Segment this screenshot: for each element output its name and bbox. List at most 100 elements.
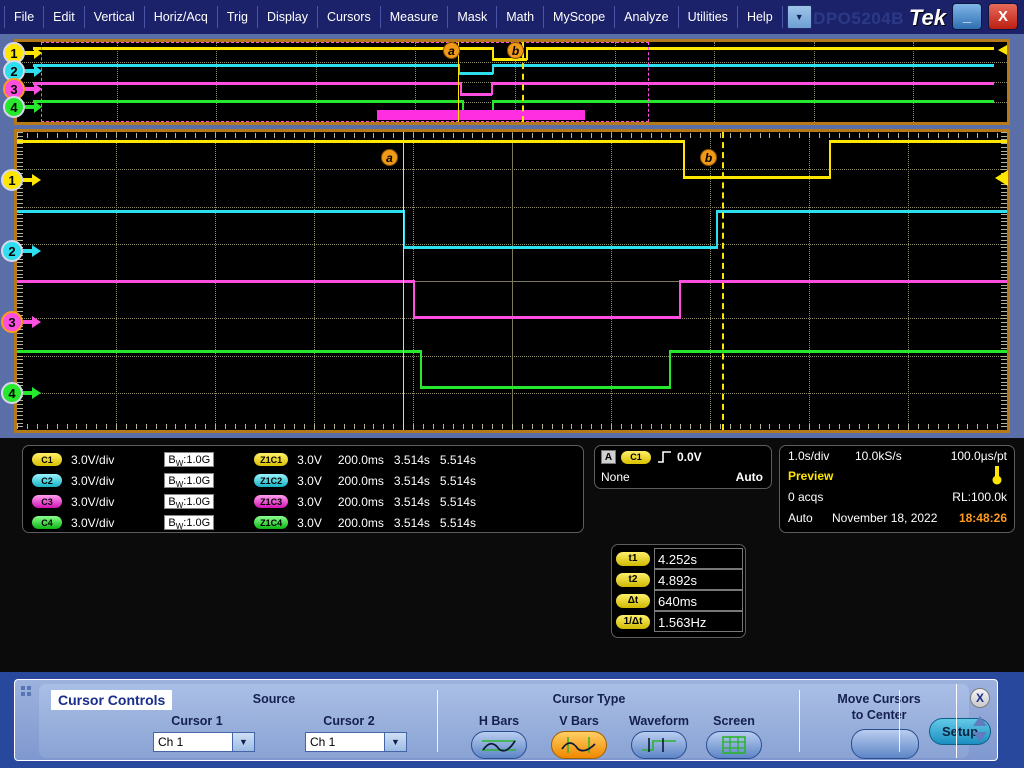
grid-tick <box>195 133 196 138</box>
chevron-down-icon[interactable]: ▼ <box>384 733 406 751</box>
menu-item-mask[interactable]: Mask <box>448 6 498 28</box>
menu-item-horiz-acq[interactable]: Horiz/Acq <box>145 6 218 28</box>
v-bars-button[interactable] <box>551 731 607 759</box>
panel-grip-icon[interactable] <box>21 686 35 700</box>
bandwidth-box-c4[interactable]: BW:1.0G <box>164 515 215 531</box>
channel-row[interactable]: C3 3.0V/div BW:1.0G Z1C3 3.0V 200.0ms 3.… <box>23 491 583 512</box>
grid-tick <box>17 408 23 409</box>
close-button[interactable]: X <box>988 3 1018 30</box>
cursor1-source-input[interactable] <box>154 733 232 751</box>
zoom-pill-z1c1[interactable]: Z1C1 <box>254 453 289 466</box>
main-channel-badge-4[interactable]: 4 <box>1 382 23 404</box>
nav-up-icon[interactable] <box>973 716 987 726</box>
grid-tick <box>700 133 701 138</box>
zoom-t2-z1c1: 5.514s <box>439 452 476 467</box>
menu-item-trig[interactable]: Trig <box>218 6 258 28</box>
grid-tick <box>423 424 424 429</box>
grid-tick <box>1001 322 1007 323</box>
trigger-type-badge[interactable]: A <box>601 450 616 464</box>
minimize-button[interactable]: _ <box>952 3 982 30</box>
grid-tick <box>17 221 23 222</box>
overview-channel-badge-4[interactable]: 4 <box>3 96 25 118</box>
trigger-source-pill[interactable]: C1 <box>621 450 651 464</box>
nav-down-icon[interactable] <box>973 732 987 742</box>
channel-pill-c4[interactable]: C4 <box>32 516 62 529</box>
cursor1-source-select[interactable]: ▼ <box>153 732 255 752</box>
trigger-panel[interactable]: A C1 0.0V None Auto <box>594 445 772 489</box>
channel-pill-c2[interactable]: C2 <box>32 474 62 487</box>
main-channel-badge-2[interactable]: 2 <box>1 240 23 262</box>
menu-item-edit[interactable]: Edit <box>44 6 85 28</box>
cursor-readout-panel[interactable]: t1 4.252s t2 4.892s Δt 640ms 1/Δt 1.563H… <box>611 544 746 638</box>
main-graticule[interactable]: a b <box>14 129 1010 433</box>
screen-button[interactable] <box>706 731 762 759</box>
menu-item-cursors[interactable]: Cursors <box>318 6 381 28</box>
channel-row[interactable]: C1 3.0V/div BW:1.0G Z1C1 3.0V 200.0ms 3.… <box>23 449 583 470</box>
bandwidth-box-c3[interactable]: BW:1.0G <box>164 494 215 510</box>
grid-tick <box>17 415 23 416</box>
bandwidth-box-c2[interactable]: BW:1.0G <box>164 473 215 489</box>
grid-tick <box>581 424 582 429</box>
menu-item-help[interactable]: Help <box>738 6 783 28</box>
grid-tick <box>730 424 731 429</box>
move-cursors-to-center-button[interactable] <box>851 729 919 759</box>
zoom-pill-z1c4[interactable]: Z1C4 <box>254 516 289 529</box>
acquisition-panel[interactable]: 1.0s/div 10.0kS/s 100.0µs/pt Preview 0 a… <box>779 445 1015 533</box>
main-cursor-a-line[interactable] <box>403 132 404 430</box>
overview-cursor-a-marker[interactable]: a <box>443 42 460 59</box>
bw-value-c3: :1.0G <box>183 496 211 508</box>
menu-item-vertical[interactable]: Vertical <box>85 6 145 28</box>
menu-item-myscope[interactable]: MyScope <box>544 6 616 28</box>
grid-tick <box>17 333 23 334</box>
grid-tick <box>472 133 473 138</box>
grid-tick <box>878 424 879 429</box>
main-cursor-a-marker[interactable]: a <box>381 149 398 166</box>
grid-tick <box>17 207 23 208</box>
grid-tick <box>1001 329 1007 330</box>
overview-graticule[interactable]: a b <box>14 39 1010 125</box>
grid-tick <box>373 133 374 138</box>
grid-tick <box>661 133 662 138</box>
h-bars-button[interactable] <box>471 731 527 759</box>
channel-pill-c1[interactable]: C1 <box>32 453 62 466</box>
close-panel-button[interactable]: X <box>970 688 990 708</box>
channel-pill-c3[interactable]: C3 <box>32 495 62 508</box>
grid-tick <box>1001 288 1007 289</box>
zoom-pill-z1c3[interactable]: Z1C3 <box>254 495 289 508</box>
zoom-div-z1c1: 200.0ms <box>337 452 384 467</box>
chevron-down-icon[interactable]: ▼ <box>786 5 812 29</box>
menu-item-analyze[interactable]: Analyze <box>615 6 679 28</box>
main-cursor-b-line[interactable] <box>722 132 724 430</box>
cursor2-source-input[interactable] <box>306 733 384 751</box>
main-cursor-b-marker[interactable]: b <box>700 149 717 166</box>
chevron-down-icon[interactable]: ▼ <box>232 733 254 751</box>
grid-tick <box>136 133 137 138</box>
menu-item-display[interactable]: Display <box>258 6 318 28</box>
grid-tick <box>918 133 919 138</box>
grid-tick <box>1001 311 1007 312</box>
grid-tick <box>670 133 671 138</box>
cursor2-source-select[interactable]: ▼ <box>305 732 407 752</box>
grid-tick <box>146 424 147 429</box>
bandwidth-box-c1[interactable]: BW:1.0G <box>164 452 215 468</box>
overview-cursor-b-marker[interactable]: b <box>507 42 524 59</box>
grid-tick <box>17 348 23 349</box>
grid-tick <box>294 424 295 429</box>
grid-tick <box>156 133 157 138</box>
main-channel-badge-1[interactable]: 1 <box>1 169 23 191</box>
menu-item-utilities[interactable]: Utilities <box>679 6 738 28</box>
channel-row[interactable]: C2 3.0V/div BW:1.0G Z1C2 3.0V 200.0ms 3.… <box>23 470 583 491</box>
menu-item-measure[interactable]: Measure <box>381 6 449 28</box>
menu-item-file[interactable]: File <box>4 6 45 28</box>
zoom-pill-z1c2[interactable]: Z1C2 <box>254 474 289 487</box>
channel-row[interactable]: C4 3.0V/div BW:1.0G Z1C4 3.0V 200.0ms 3.… <box>23 512 583 533</box>
trigger-level-arrow[interactable] <box>995 170 1008 186</box>
rising-edge-icon <box>658 451 671 463</box>
main-channel-badge-3[interactable]: 3 <box>1 311 23 333</box>
waveform-button[interactable] <box>631 731 687 759</box>
grid-tick <box>1001 188 1007 189</box>
overview-trigger-level-arrow[interactable] <box>998 45 1007 55</box>
menu-item-math[interactable]: Math <box>497 6 545 28</box>
grid-tick <box>1001 151 1007 152</box>
grid-tick <box>680 424 681 429</box>
